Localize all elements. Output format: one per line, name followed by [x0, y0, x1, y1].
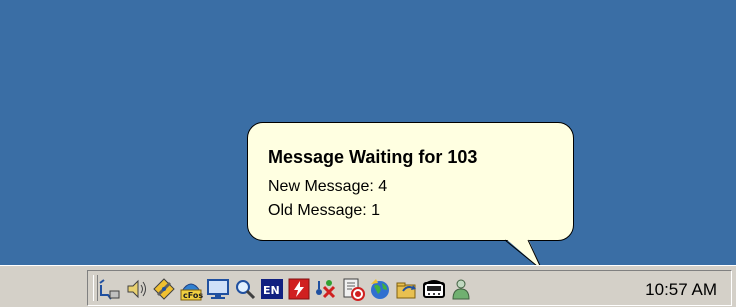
system-tray: cFos EN 10:57 AM — [87, 270, 732, 306]
network-cable-icon[interactable] — [98, 277, 122, 301]
taskbar: cFos EN 10:57 AM — [0, 265, 736, 307]
pencil-diamond-icon[interactable] — [152, 277, 176, 301]
magnifier-icon[interactable] — [233, 277, 257, 301]
sync-folder-icon[interactable] — [395, 277, 419, 301]
user-profile-icon[interactable] — [449, 277, 473, 301]
flash-red-icon[interactable] — [287, 277, 311, 301]
tray-icons: cFos EN — [98, 276, 473, 302]
cfos-label: cFos — [183, 291, 203, 300]
notification-balloon[interactable]: Message Waiting for 103 New Message: 4 O… — [247, 122, 574, 241]
clock[interactable]: 10:57 AM — [645, 280, 717, 300]
balloon-title: Message Waiting for 103 — [268, 147, 478, 167]
display-icon[interactable] — [206, 277, 230, 301]
new-message-count: New Message: 4 — [268, 178, 388, 195]
language-en-icon[interactable]: EN — [260, 277, 284, 301]
cfos-icon[interactable]: cFos — [179, 277, 203, 301]
phone-message-icon[interactable] — [422, 277, 446, 301]
record-icon[interactable] — [341, 277, 365, 301]
volume-icon[interactable] — [125, 277, 149, 301]
globe-icon[interactable] — [368, 277, 392, 301]
old-message-count: Old Message: 1 — [268, 202, 381, 219]
network-tools-icon[interactable] — [314, 277, 338, 301]
language-label: EN — [263, 284, 280, 297]
